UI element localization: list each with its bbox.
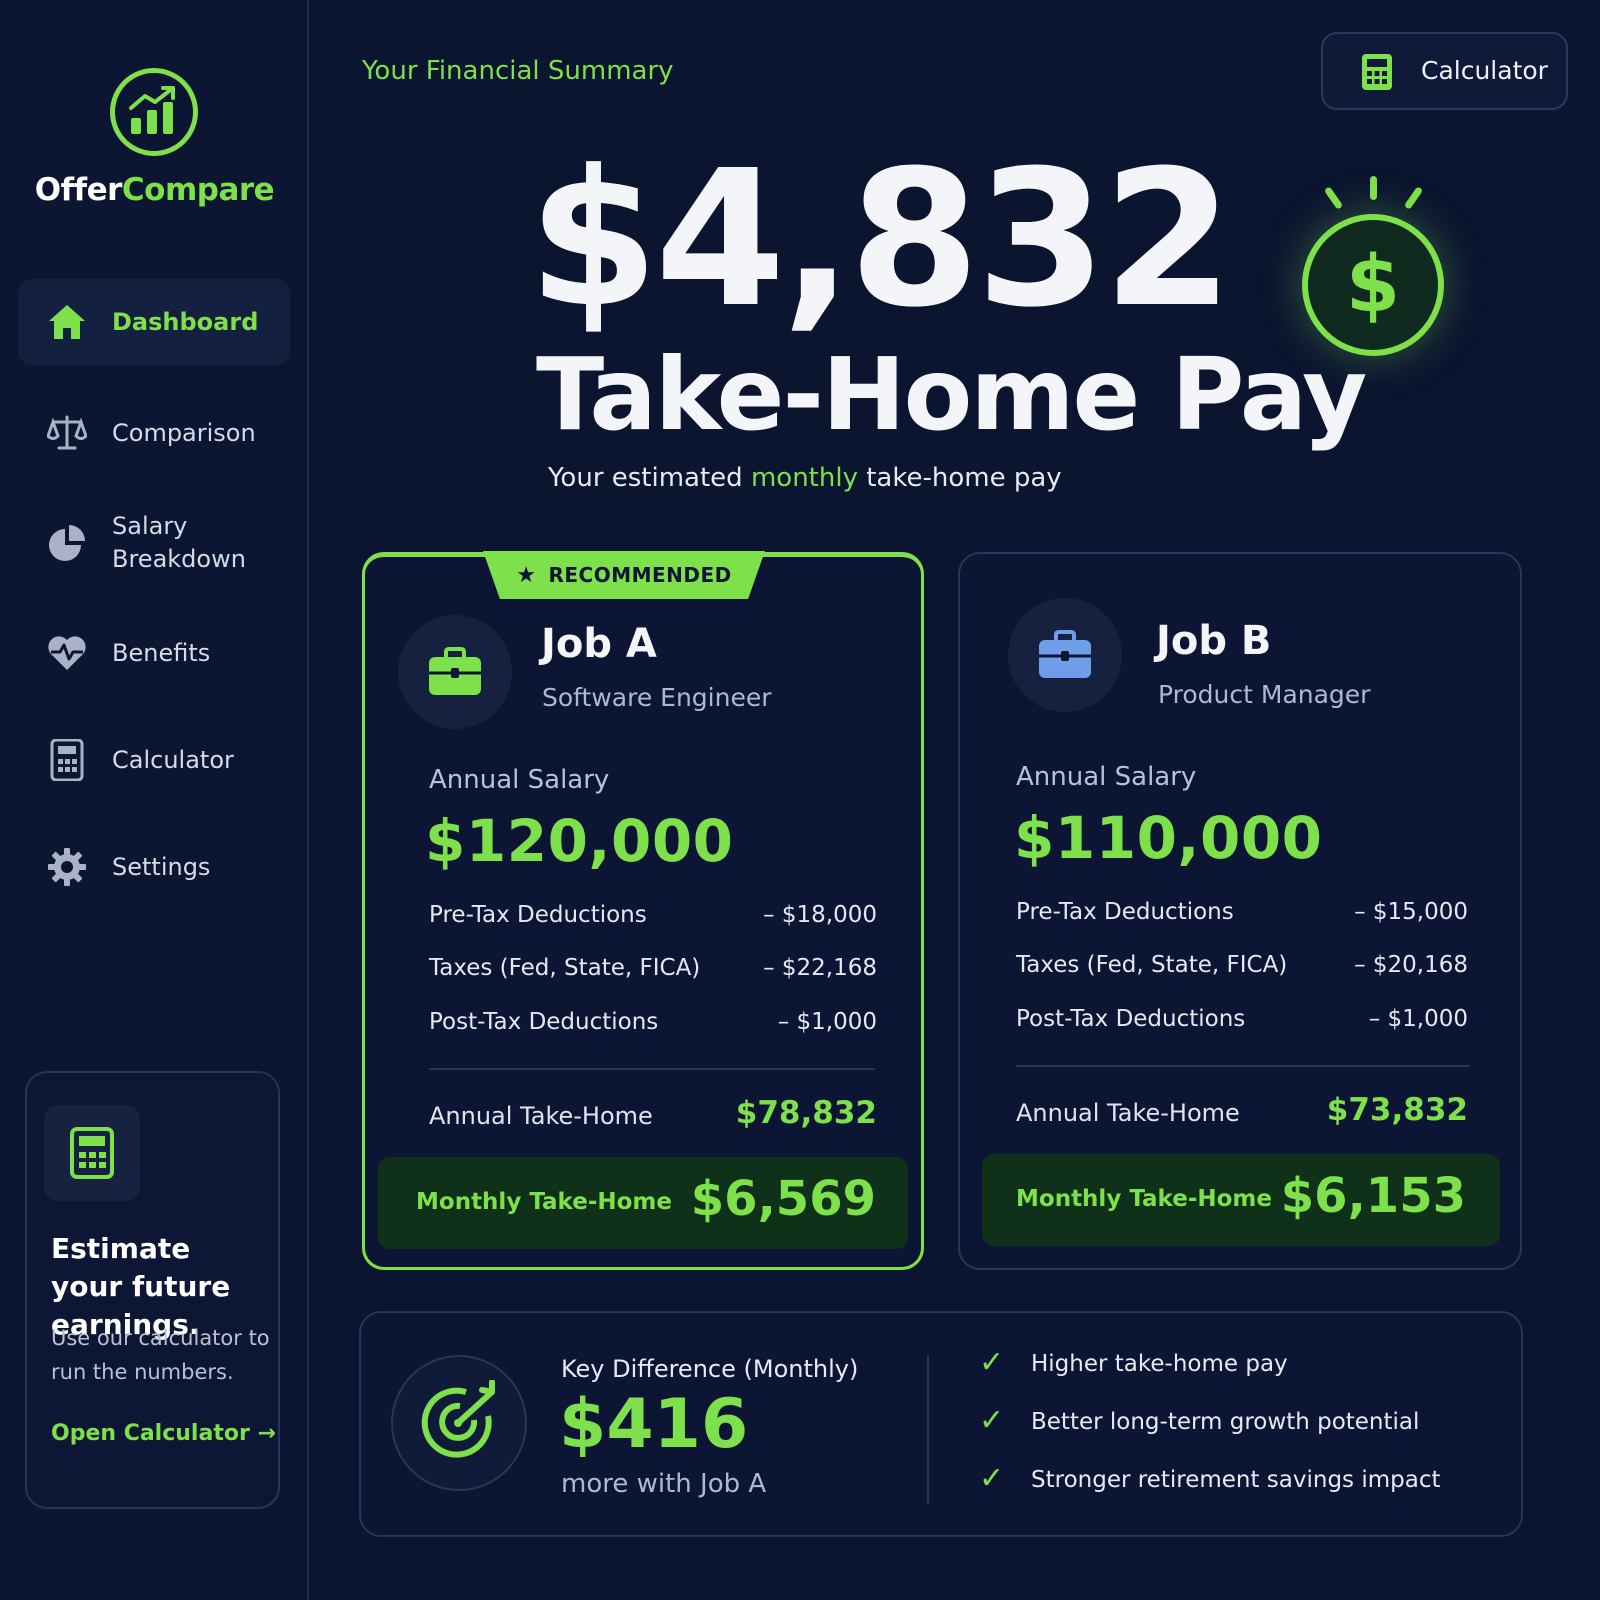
job-b-card[interactable]: Job B Product Manager Annual Salary $110… — [958, 552, 1522, 1270]
sidebar-item-salary-breakdown[interactable]: Salary Breakdown — [18, 500, 290, 586]
gear-icon — [46, 846, 88, 888]
pre-tax-deductions-label: Pre-Tax Deductions — [429, 902, 647, 928]
hero-subtitle-highlight: monthly — [750, 463, 858, 493]
app-logo-text[interactable]: OfferCompare — [0, 172, 309, 208]
monthly-take-home-amount: $4,832 — [528, 130, 1233, 349]
sidebar-item-dashboard[interactable]: Dashboard — [18, 279, 290, 365]
monthly-take-home-label: Monthly Take-Home — [1016, 1186, 1272, 1212]
annual-salary-label: Annual Salary — [1016, 762, 1197, 792]
calculator-icon — [46, 739, 88, 781]
annual-salary-value: $110,000 — [1014, 804, 1323, 872]
logo-chart-icon — [110, 68, 198, 156]
job-name: Job A — [541, 621, 657, 667]
taxes-value: – $20,168 — [1354, 952, 1468, 978]
pie-chart-icon — [46, 522, 88, 564]
calculator-button-label: Calculator — [1421, 56, 1548, 85]
annual-take-home-label: Annual Take-Home — [429, 1102, 653, 1130]
pre-tax-deductions-value: – $18,000 — [763, 902, 877, 928]
annual-salary-value: $120,000 — [425, 807, 734, 875]
dollar-coin-icon: $ — [1292, 172, 1460, 362]
monthly-take-home-value: $6,153 — [1280, 1168, 1466, 1224]
annual-take-home-value: $73,832 — [1326, 1092, 1468, 1128]
monthly-take-home-label: Monthly Take-Home — [416, 1189, 672, 1215]
sidebar-item-settings[interactable]: Settings — [18, 824, 290, 910]
annual-take-home-value: $78,832 — [735, 1095, 877, 1131]
sidebar-item-label: Salary Breakdown — [112, 512, 246, 573]
job-a-card[interactable]: ★ RECOMMENDED Job A Software Engineer Ann… — [362, 551, 924, 1270]
open-calculator-link[interactable]: Open Calculator → — [51, 1421, 276, 1446]
divider — [1016, 1065, 1470, 1067]
scale-icon — [46, 412, 88, 454]
hero-title: Take-Home Pay — [536, 336, 1367, 453]
monthly-take-home-box: Monthly Take-Home $6,569 — [378, 1157, 908, 1249]
divider — [429, 1068, 875, 1070]
sidebar-item-comparison[interactable]: Comparison — [18, 390, 290, 476]
monthly-take-home-box: Monthly Take-Home $6,153 — [982, 1154, 1500, 1246]
taxes-label: Taxes (Fed, State, FICA) — [429, 955, 701, 981]
briefcase-icon — [398, 615, 512, 729]
dollar-glyph: $ — [1302, 214, 1444, 356]
annual-salary-label: Annual Salary — [429, 765, 610, 795]
sidebar-item-label: Calculator — [112, 745, 234, 774]
recommended-badge: ★ RECOMMENDED — [483, 551, 765, 599]
taxes-value: – $22,168 — [763, 955, 877, 981]
heart-pulse-icon — [46, 632, 88, 674]
post-tax-deductions-label: Post-Tax Deductions — [429, 1009, 659, 1035]
hero-subtitle-post: take-home pay — [857, 463, 1062, 493]
key-difference-value: $416 — [559, 1385, 749, 1464]
star-icon: ★ — [516, 562, 537, 588]
logo-text-compare: Compare — [121, 172, 275, 208]
calculator-promo-card: Estimate your future earnings. Use our c… — [25, 1071, 280, 1509]
taxes-label: Taxes (Fed, State, FICA) — [1016, 952, 1288, 978]
sidebar-item-label: Settings — [112, 852, 211, 881]
sidebar-item-label: Dashboard — [112, 307, 259, 336]
annual-take-home-label: Annual Take-Home — [1016, 1099, 1240, 1127]
hero-subtitle: Your estimated monthly take-home pay — [548, 463, 1062, 493]
calculator-button[interactable]: Calculator — [1321, 32, 1568, 110]
job-name: Job B — [1156, 618, 1272, 664]
benefit-bullet: Stronger retirement savings impact — [1031, 1467, 1441, 1493]
key-difference-label: Key Difference (Monthly) — [561, 1355, 859, 1383]
sidebar: OfferCompare Dashboard Comparison Salary… — [0, 0, 309, 1600]
divider — [927, 1355, 929, 1505]
post-tax-deductions-label: Post-Tax Deductions — [1016, 1006, 1246, 1032]
check-icon: ✓ — [979, 1345, 1005, 1380]
check-icon: ✓ — [979, 1461, 1005, 1496]
calculator-icon — [44, 1105, 140, 1201]
sidebar-item-label: Benefits — [112, 638, 211, 667]
job-role: Product Manager — [1158, 680, 1371, 709]
key-difference-subtext: more with Job A — [561, 1469, 767, 1499]
post-tax-deductions-value: – $1,000 — [777, 1009, 877, 1035]
job-role: Software Engineer — [542, 683, 772, 712]
briefcase-icon — [1008, 598, 1122, 712]
benefit-bullet: Higher take-home pay — [1031, 1351, 1288, 1377]
monthly-take-home-value: $6,569 — [690, 1171, 876, 1227]
sidebar-item-calculator[interactable]: Calculator — [18, 717, 290, 803]
sidebar-item-benefits[interactable]: Benefits — [18, 610, 290, 696]
badge-label: RECOMMENDED — [548, 563, 732, 587]
section-label: Your Financial Summary — [362, 56, 674, 86]
check-icon: ✓ — [979, 1403, 1005, 1438]
pre-tax-deductions-label: Pre-Tax Deductions — [1016, 899, 1234, 925]
post-tax-deductions-value: – $1,000 — [1368, 1006, 1468, 1032]
target-icon — [391, 1355, 527, 1491]
sidebar-item-label: Comparison — [112, 418, 256, 447]
key-difference-card: Key Difference (Monthly) $416 more with … — [359, 1311, 1523, 1537]
calculator-icon — [1361, 53, 1393, 95]
hero-subtitle-pre: Your estimated — [548, 463, 751, 493]
benefit-bullet: Better long-term growth potential — [1031, 1409, 1420, 1435]
promo-description: Use our calculator to run the numbers. — [51, 1326, 270, 1384]
logo-text-offer: Offer — [34, 172, 123, 208]
home-icon — [46, 301, 88, 343]
pre-tax-deductions-value: – $15,000 — [1354, 899, 1468, 925]
